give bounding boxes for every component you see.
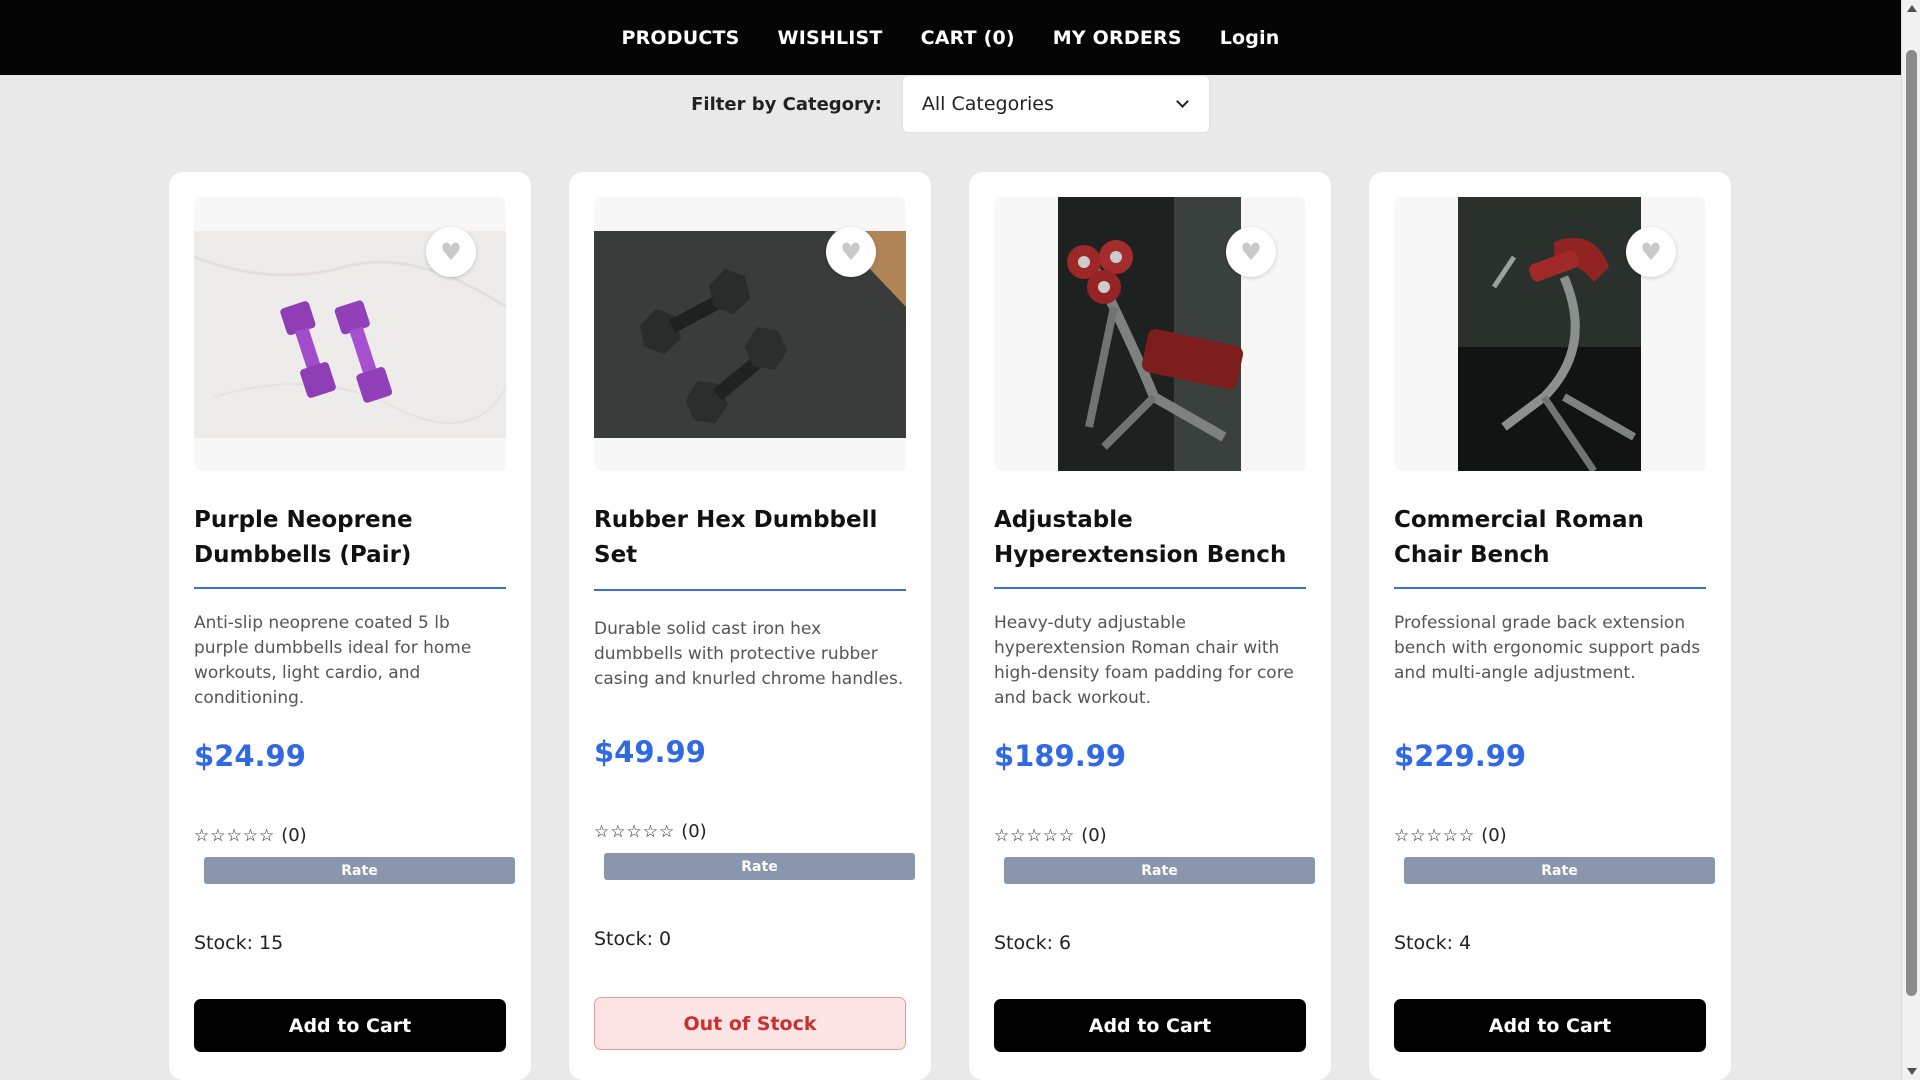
product-description: Heavy-duty adjustable hyperextension Rom… xyxy=(994,613,1294,708)
rate-button[interactable]: Rate xyxy=(1404,857,1715,884)
rating-count: (0) xyxy=(1081,825,1107,846)
rate-button[interactable]: Rate xyxy=(1004,857,1315,884)
nav-products-link[interactable]: PRODUCTS xyxy=(621,27,739,49)
stock-label: Stock: 0 xyxy=(594,928,672,950)
product-rating: ☆☆☆☆☆ (0) xyxy=(994,825,1306,846)
page-scrollbar[interactable] xyxy=(1901,0,1920,1080)
rate-button[interactable]: Rate xyxy=(604,853,915,880)
product-description: Durable solid cast iron hex dumbbells wi… xyxy=(594,619,904,689)
product-card: ♥ Commercial Roman Chair Bench Professio… xyxy=(1369,172,1731,1080)
product-image: ♥ xyxy=(194,197,506,471)
filter-label: Filter by Category: xyxy=(691,93,882,115)
star-rating-icon[interactable]: ☆☆☆☆☆ xyxy=(994,826,1075,846)
rating-count: (0) xyxy=(281,825,307,846)
category-select[interactable]: All Categories xyxy=(901,75,1210,133)
add-to-cart-button[interactable]: Add to Cart xyxy=(194,999,506,1052)
product-title: Rubber Hex Dumbbell Set xyxy=(594,503,906,591)
top-navbar: PRODUCTS WISHLIST CART (0) MY ORDERS Log… xyxy=(0,0,1901,75)
product-title: Purple Neoprene Dumbbells (Pair) xyxy=(194,503,506,589)
stock-label: Stock: 15 xyxy=(194,932,284,954)
product-price: $24.99 xyxy=(194,739,306,773)
out-of-stock-button[interactable]: Out of Stock xyxy=(594,997,906,1050)
add-to-cart-button[interactable]: Add to Cart xyxy=(1394,999,1706,1052)
stock-label: Stock: 6 xyxy=(994,932,1072,954)
product-image: ♥ xyxy=(594,197,906,471)
star-rating-icon[interactable]: ☆☆☆☆☆ xyxy=(1394,826,1475,846)
product-card: ♥ Rubber Hex Dumbbell Set Durable solid … xyxy=(569,172,931,1080)
category-filter: Filter by Category: All Categories xyxy=(0,75,1901,133)
product-rating: ☆☆☆☆☆ (0) xyxy=(1394,825,1706,846)
product-price: $189.99 xyxy=(994,739,1127,773)
product-card: ♥ Adjustable Hyperextension Bench Heavy-… xyxy=(969,172,1331,1080)
heart-icon[interactable]: ♥ xyxy=(826,227,876,277)
product-image: ♥ xyxy=(994,197,1306,471)
chevron-down-icon xyxy=(1175,95,1189,108)
product-price: $229.99 xyxy=(1394,739,1527,773)
product-description: Professional grade back extension bench … xyxy=(1394,613,1701,683)
product-grid: ♥ Purple Neoprene Dumbbells (Pair) Anti-… xyxy=(169,172,1731,1080)
category-select-value: All Categories xyxy=(921,93,1054,115)
nav-cart-link[interactable]: CART (0) xyxy=(921,27,1015,49)
scrollbar-thumb[interactable] xyxy=(1906,50,1917,996)
product-price: $49.99 xyxy=(594,735,706,769)
heart-icon[interactable]: ♥ xyxy=(426,227,476,277)
nav-login-link[interactable]: Login xyxy=(1220,27,1280,49)
scroll-down-icon[interactable] xyxy=(1907,1068,1917,1075)
product-title: Adjustable Hyperextension Bench xyxy=(994,503,1306,589)
heart-icon[interactable]: ♥ xyxy=(1226,227,1276,277)
rate-button[interactable]: Rate xyxy=(204,857,515,884)
stock-label: Stock: 4 xyxy=(1394,932,1472,954)
star-rating-icon[interactable]: ☆☆☆☆☆ xyxy=(194,826,275,846)
product-description: Anti-slip neoprene coated 5 lb purple du… xyxy=(194,613,472,708)
rating-count: (0) xyxy=(1481,825,1507,846)
product-rating: ☆☆☆☆☆ (0) xyxy=(594,821,906,842)
product-rating: ☆☆☆☆☆ (0) xyxy=(194,825,506,846)
product-title: Commercial Roman Chair Bench xyxy=(1394,503,1706,589)
rating-count: (0) xyxy=(681,821,707,842)
product-card: ♥ Purple Neoprene Dumbbells (Pair) Anti-… xyxy=(169,172,531,1080)
nav-orders-link[interactable]: MY ORDERS xyxy=(1053,27,1182,49)
nav-wishlist-link[interactable]: WISHLIST xyxy=(778,27,883,49)
product-image: ♥ xyxy=(1394,197,1706,471)
scroll-up-icon[interactable] xyxy=(1907,5,1917,12)
add-to-cart-button[interactable]: Add to Cart xyxy=(994,999,1306,1052)
star-rating-icon[interactable]: ☆☆☆☆☆ xyxy=(594,822,675,842)
heart-icon[interactable]: ♥ xyxy=(1626,227,1676,277)
